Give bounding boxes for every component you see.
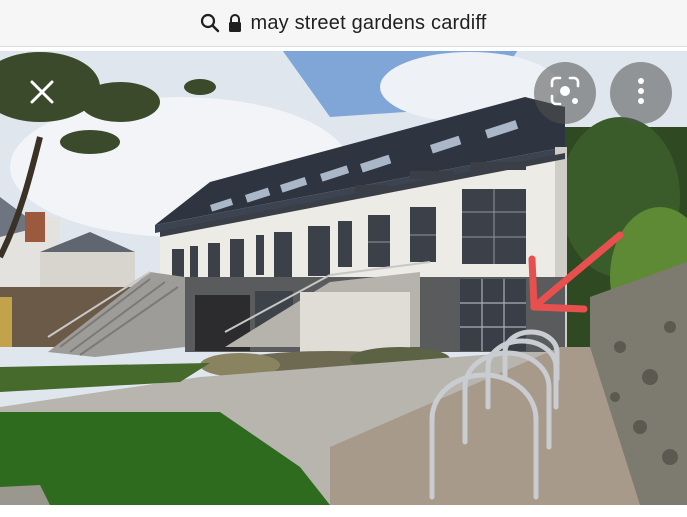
close-icon <box>29 79 55 110</box>
bottom-strip <box>0 505 687 517</box>
lens-button[interactable] <box>534 62 596 124</box>
more-vertical-icon <box>636 76 646 111</box>
more-options-button[interactable] <box>610 62 672 124</box>
search-icon[interactable] <box>200 13 220 33</box>
search-bar[interactable]: may street gardens cardiff <box>0 0 687 47</box>
lock-icon <box>228 14 242 32</box>
lens-icon <box>550 76 580 111</box>
search-query[interactable]: may street gardens cardiff <box>250 12 486 35</box>
close-button[interactable] <box>22 74 62 114</box>
